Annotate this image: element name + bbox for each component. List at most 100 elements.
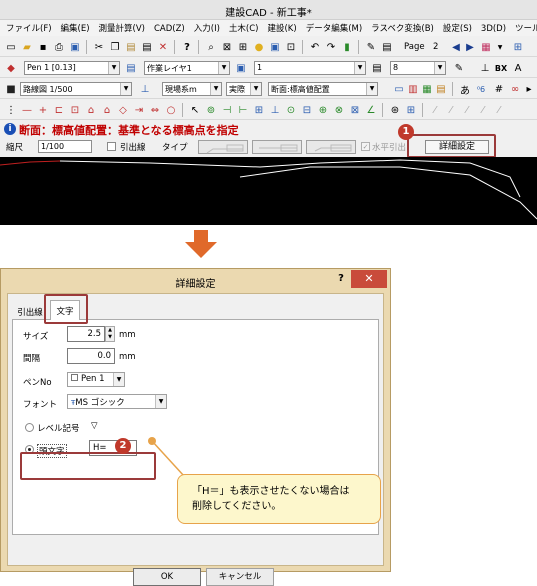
- paste-icon[interactable]: ▤: [124, 40, 138, 54]
- chevron-down-icon[interactable]: ▼: [493, 40, 507, 54]
- menu-cad[interactable]: CAD(Z): [148, 22, 188, 34]
- redo-icon[interactable]: ↷: [324, 40, 338, 54]
- paste-special-icon[interactable]: ▤: [140, 40, 154, 54]
- grid-settings-icon[interactable]: ⊞: [511, 40, 525, 54]
- menu-file[interactable]: ファイル(F): [0, 20, 55, 34]
- snap-mid-icon[interactable]: ⊞: [252, 103, 266, 117]
- line-settings-icon[interactable]: ▤: [370, 61, 384, 75]
- zoom-window-icon[interactable]: ⊠: [220, 40, 234, 54]
- eyedropper-icon[interactable]: ✎: [452, 61, 466, 75]
- menu-raster-vector[interactable]: ラスベク変換(B): [365, 20, 437, 34]
- attribute-change-icon[interactable]: ⊛: [388, 103, 402, 117]
- cross-line-icon[interactable]: +: [36, 103, 50, 117]
- snap-line-icon[interactable]: ⊢: [236, 103, 250, 117]
- scale-combo[interactable]: 路線図 1/500 ▼: [20, 82, 132, 96]
- coord-icon[interactable]: ⊥: [138, 82, 152, 96]
- print-preview-icon[interactable]: ▣: [68, 40, 82, 54]
- save-icon[interactable]: ▪: [36, 40, 50, 54]
- menu-construction[interactable]: 建設(K): [261, 20, 299, 34]
- page-next-icon[interactable]: ▶: [463, 40, 477, 54]
- snap-icon[interactable]: ⊥: [478, 61, 492, 75]
- house-icon[interactable]: ⌂: [100, 103, 114, 117]
- pen-select[interactable]: Pen 1 ▼: [67, 372, 125, 387]
- size-field[interactable]: 2.5: [67, 326, 105, 342]
- zoom-all-icon[interactable]: ⊞: [236, 40, 250, 54]
- snap-perp-icon[interactable]: ⊥: [268, 103, 282, 117]
- new-file-icon[interactable]: ▭: [4, 40, 18, 54]
- menu-edit[interactable]: 編集(E): [55, 20, 93, 34]
- circle-icon[interactable]: ○: [164, 103, 178, 117]
- help-pointer-icon[interactable]: ?: [180, 40, 194, 54]
- text-box-icon[interactable]: あ: [458, 82, 472, 97]
- delete-icon[interactable]: ✕: [156, 40, 170, 54]
- snap-grid-icon[interactable]: ⊠: [348, 103, 362, 117]
- level-symbol-radio[interactable]: [25, 423, 34, 432]
- attribute-icon[interactable]: ◆: [4, 61, 18, 75]
- snap-nearest-icon[interactable]: ⊕: [316, 103, 330, 117]
- page-prev-icon[interactable]: ◀: [449, 40, 463, 54]
- drawing-canvas[interactable]: [0, 157, 537, 225]
- scale-input[interactable]: 1/100: [38, 140, 92, 153]
- snap-point-icon[interactable]: ⊚: [204, 103, 218, 117]
- layer-icon[interactable]: ▮: [340, 40, 354, 54]
- leader-type-3-button[interactable]: [306, 140, 356, 154]
- dimension-icon[interactable]: ⁰6: [474, 82, 488, 96]
- gap-field[interactable]: 0.0: [67, 348, 115, 364]
- hatch-icon[interactable]: #: [492, 82, 506, 96]
- real-combo[interactable]: 実際 ▼: [226, 82, 262, 96]
- cut-icon[interactable]: ✂: [92, 40, 106, 54]
- arrow-tool-icon[interactable]: ⇥: [132, 103, 146, 117]
- menu-settings[interactable]: 設定(S): [437, 20, 475, 34]
- view-icon[interactable]: ▭: [392, 82, 406, 96]
- line-width-combo[interactable]: 8 ▼: [390, 61, 446, 75]
- cancel-button[interactable]: キャンセル: [206, 568, 274, 586]
- layer-change-icon[interactable]: ⊞: [404, 103, 418, 117]
- zoom-icon[interactable]: ⌕: [204, 40, 218, 54]
- menu-tools[interactable]: ツール(T): [509, 20, 537, 34]
- print-icon[interactable]: ⎙: [52, 40, 66, 54]
- line-type-combo[interactable]: 1 ▼: [254, 61, 366, 75]
- snap-angle-icon[interactable]: ∠: [364, 103, 378, 117]
- pen-settings-icon[interactable]: ▤: [124, 61, 138, 75]
- close-button[interactable]: ✕: [351, 270, 387, 288]
- zoom-extents-icon[interactable]: ⊡: [284, 40, 298, 54]
- table-icon[interactable]: ▤: [434, 82, 448, 96]
- leader-type-2-button[interactable]: [252, 140, 302, 154]
- copy-icon[interactable]: ❐: [108, 40, 122, 54]
- tab-leader[interactable]: 引出線: [12, 303, 48, 319]
- font-select[interactable]: ŦMS ゴシック ▼: [67, 394, 167, 409]
- redraw-icon[interactable]: ▣: [268, 40, 282, 54]
- snap-center-icon[interactable]: ⊙: [284, 103, 298, 117]
- snap-tangent-icon[interactable]: ⊟: [300, 103, 314, 117]
- page-list-icon[interactable]: ▦: [479, 40, 493, 54]
- text-tool-icon[interactable]: BX: [494, 61, 508, 75]
- polygon-icon[interactable]: ⌂: [84, 103, 98, 117]
- snap-cross-icon[interactable]: ⊗: [332, 103, 346, 117]
- light-bulb-icon[interactable]: ●: [252, 40, 266, 54]
- layer-settings-icon[interactable]: ▣: [234, 61, 248, 75]
- fill-tool-icon[interactable]: A: [511, 61, 525, 75]
- coordinate-system-combo[interactable]: 現場系m ▼: [162, 82, 222, 96]
- horizontal-checkbox[interactable]: ✓: [361, 142, 370, 151]
- symbol-icon[interactable]: ∞: [508, 82, 522, 96]
- tag-icon[interactable]: ◇: [116, 103, 130, 117]
- snap-end-icon[interactable]: ⊣: [220, 103, 234, 117]
- line-tool-icon[interactable]: —: [20, 103, 34, 117]
- double-arrow-icon[interactable]: ⇔: [148, 103, 162, 117]
- menu-input[interactable]: 入力(I): [188, 20, 223, 34]
- scale-icon[interactable]: ■: [4, 82, 18, 96]
- menu-civil[interactable]: 土木(C): [223, 20, 262, 34]
- pen-combo[interactable]: Pen 1 [0.13] ▼: [24, 61, 120, 75]
- page-setup-icon[interactable]: ▤: [380, 40, 394, 54]
- size-spinner[interactable]: ▲ ▼: [105, 326, 115, 342]
- more-icon[interactable]: ▸: [522, 82, 536, 96]
- offset-icon[interactable]: ⊏: [52, 103, 66, 117]
- section-combo[interactable]: 断面:標高値配置 ▼: [268, 82, 378, 96]
- pointer-icon[interactable]: ↖: [188, 103, 202, 117]
- undo-icon[interactable]: ↶: [308, 40, 322, 54]
- columns-icon[interactable]: ▥: [406, 82, 420, 96]
- help-button[interactable]: ?: [334, 273, 348, 287]
- page-edit-icon[interactable]: ✎: [364, 40, 378, 54]
- menu-survey[interactable]: 測量計算(V): [93, 20, 148, 34]
- leader-checkbox[interactable]: [107, 142, 116, 151]
